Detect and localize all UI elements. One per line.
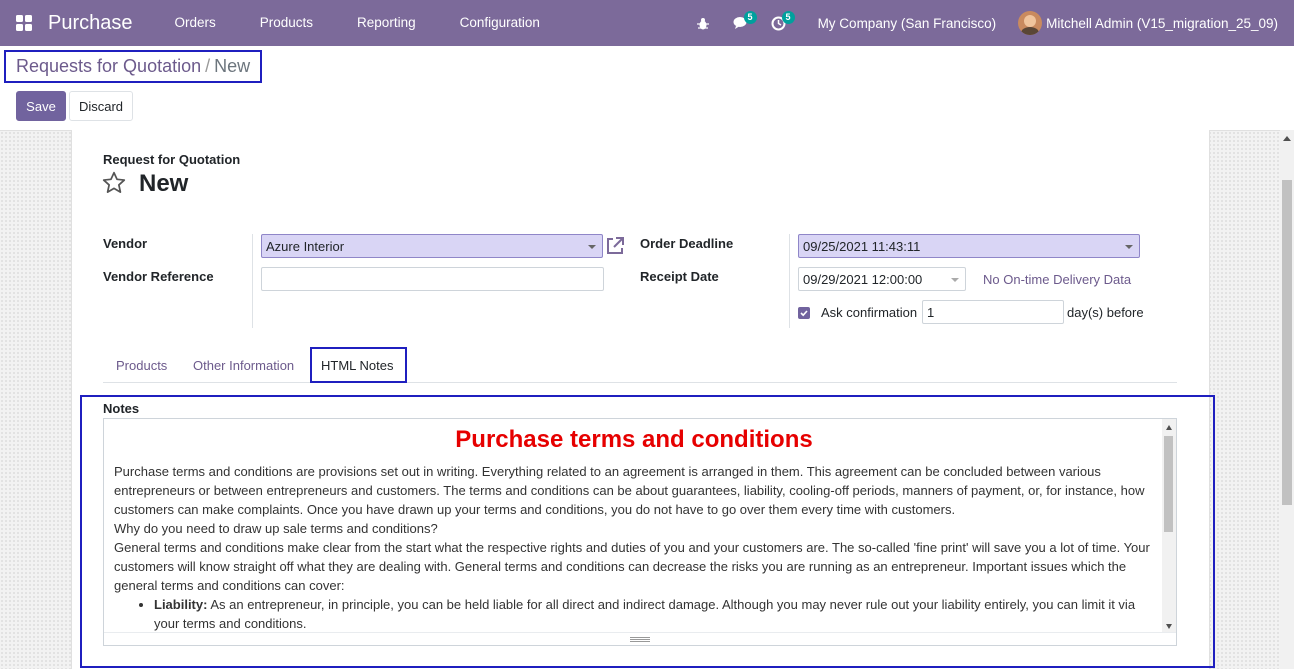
- ask-confirmation-days-input[interactable]: 1: [922, 300, 1064, 324]
- order-deadline-label: Order Deadline: [640, 236, 734, 251]
- activities-clock-icon[interactable]: 5: [760, 0, 798, 46]
- tab-html-notes[interactable]: HTML Notes: [310, 347, 407, 383]
- receipt-date-label: Receipt Date: [640, 269, 719, 284]
- notebook-tabs: Products Other Information HTML Notes: [103, 347, 1177, 383]
- breadcrumb-separator: /: [205, 56, 211, 76]
- form-title: New: [139, 170, 189, 197]
- menu-configuration[interactable]: Configuration: [438, 0, 562, 46]
- notes-html-editor[interactable]: Purchase terms and conditions Purchase t…: [103, 418, 1177, 646]
- menu-products[interactable]: Products: [238, 0, 335, 46]
- vendor-select[interactable]: Azure Interior: [261, 234, 603, 258]
- user-menu[interactable]: Mitchell Admin (V15_migration_25_09): [1018, 11, 1294, 35]
- notes-paragraph-1: Purchase terms and conditions are provis…: [114, 464, 1145, 517]
- save-button[interactable]: Save: [16, 91, 66, 121]
- left-group-divider: [252, 234, 253, 328]
- right-group-divider: [789, 234, 790, 328]
- messages-badge: 5: [743, 11, 757, 24]
- notes-bullet-list: Liability: As an entrepreneur, in princi…: [154, 595, 1154, 633]
- external-link-icon[interactable]: [605, 236, 625, 259]
- apps-menu-icon[interactable]: [0, 0, 48, 46]
- tab-other-information[interactable]: Other Information: [193, 347, 294, 383]
- vendor-reference-input[interactable]: [261, 267, 604, 291]
- list-item: Liability: As an entrepreneur, in princi…: [154, 595, 1154, 633]
- editor-resize-handle[interactable]: [104, 632, 1176, 645]
- order-deadline-input[interactable]: 09/25/2021 11:43:11: [798, 234, 1140, 258]
- company-switcher[interactable]: My Company (San Francisco): [798, 16, 1019, 31]
- app-brand[interactable]: Purchase: [48, 12, 133, 35]
- bullet-1-bold: Liability:: [154, 597, 208, 612]
- receipt-date-value: 09/29/2021 12:00:00: [803, 271, 923, 287]
- editor-scrollbar-thumb[interactable]: [1164, 436, 1173, 532]
- form-subtitle: Request for Quotation: [103, 152, 241, 167]
- editor-scroll-down-icon[interactable]: [1166, 624, 1172, 629]
- notes-paragraph-2: Why do you need to draw up sale terms an…: [114, 521, 438, 536]
- vendor-chevron-down-icon[interactable]: [588, 245, 596, 249]
- notes-heading: Purchase terms and conditions: [455, 426, 813, 453]
- page-scrollbar-thumb[interactable]: [1282, 180, 1292, 505]
- discard-button[interactable]: Discard: [69, 91, 133, 121]
- breadcrumb-current: New: [214, 56, 251, 76]
- notes-content[interactable]: Purchase terms and conditions Purchase t…: [114, 419, 1154, 633]
- breadcrumb: Requests for Quotation / New: [4, 50, 262, 83]
- days-before-label: day(s) before: [1067, 305, 1144, 320]
- notes-paragraph-3: General terms and conditions make clear …: [114, 540, 1150, 593]
- order-deadline-chevron-down-icon[interactable]: [1125, 245, 1133, 249]
- notes-label: Notes: [103, 401, 140, 416]
- resize-grip-icon: [630, 636, 650, 642]
- user-name: Mitchell Admin (V15_migration_25_09): [1046, 15, 1278, 31]
- top-navbar: Purchase Orders Products Reporting Confi…: [0, 0, 1294, 46]
- menu-orders[interactable]: Orders: [153, 0, 238, 46]
- order-deadline-value: 09/25/2021 11:43:11: [803, 238, 921, 254]
- ask-confirmation-label: Ask confirmation: [821, 305, 918, 320]
- on-time-delivery-link[interactable]: No On-time Delivery Data: [983, 272, 1131, 287]
- favorite-star-icon[interactable]: [101, 170, 127, 199]
- vendor-reference-label: Vendor Reference: [103, 269, 214, 284]
- messages-chat-icon[interactable]: 5: [722, 0, 760, 46]
- receipt-date-input[interactable]: 09/29/2021 12:00:00: [798, 267, 966, 291]
- user-avatar: [1018, 11, 1043, 35]
- menu-reporting[interactable]: Reporting: [335, 0, 438, 46]
- activities-badge: 5: [781, 11, 795, 24]
- page-scroll-up-icon[interactable]: [1283, 136, 1291, 141]
- tab-products[interactable]: Products: [116, 347, 167, 383]
- editor-scroll-up-icon[interactable]: [1166, 425, 1172, 430]
- bullet-1-text: As an entrepreneur, in principle, you ca…: [154, 597, 1136, 631]
- vendor-label: Vendor: [103, 236, 148, 251]
- receipt-date-chevron-down-icon[interactable]: [951, 278, 959, 282]
- vendor-value: Azure Interior: [266, 238, 345, 254]
- ask-confirmation-checkbox[interactable]: [798, 307, 810, 319]
- debug-bug-icon[interactable]: [684, 0, 722, 46]
- breadcrumb-parent[interactable]: Requests for Quotation: [16, 56, 201, 77]
